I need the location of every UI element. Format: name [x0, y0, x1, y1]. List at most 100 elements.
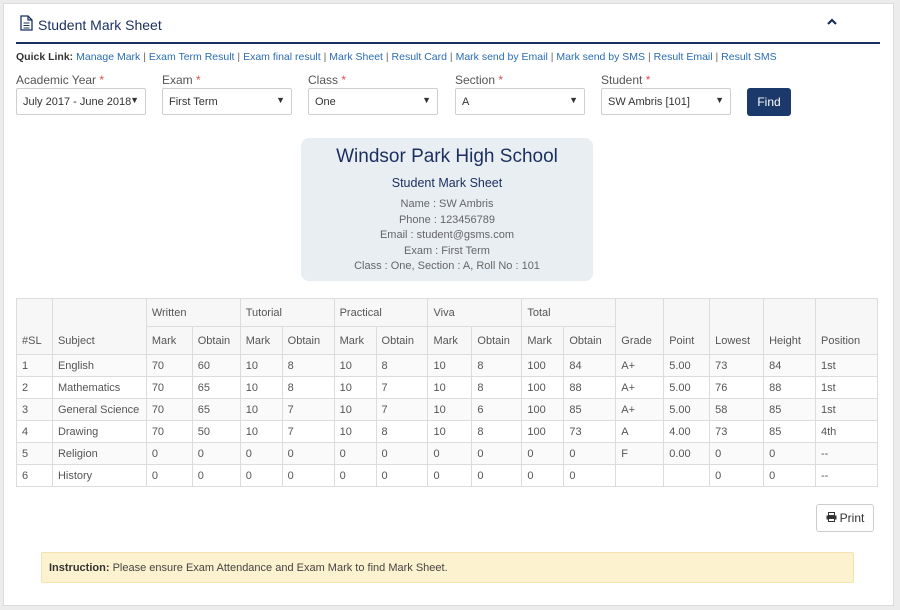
cell-tutorial-mark: 10 [239, 420, 283, 443]
cell-position: 1st [815, 398, 878, 421]
cell-viva-mark: 0 [427, 464, 473, 487]
col-grade: Grade [615, 298, 665, 355]
cell-point: 5.00 [663, 354, 711, 377]
cell-written-obtain: 0 [191, 442, 241, 465]
cell-total-mark: 100 [521, 376, 565, 399]
col-tutorial-obtain: Obtain [281, 326, 335, 355]
col-tutorial-mark: Mark [239, 326, 283, 355]
student-exam: Exam : First Term [404, 244, 490, 257]
cell-tutorial-mark: 10 [239, 398, 283, 421]
cell-sl: 4 [16, 420, 53, 443]
cell-grade [615, 464, 665, 487]
cell-point: 4.00 [663, 420, 711, 443]
cell-lowest: 0 [709, 442, 765, 465]
cell-lowest: 76 [709, 376, 765, 399]
link-mark-sheet[interactable]: Mark Sheet [329, 51, 383, 63]
instruction-alert: Instruction: Please ensure Exam Attendan… [41, 552, 854, 583]
chevron-up-icon[interactable] [826, 16, 838, 31]
cell-viva-mark: 10 [427, 398, 473, 421]
cell-viva-obtain: 8 [471, 354, 523, 377]
cell-height: 88 [763, 376, 816, 399]
col-group-total: Total [521, 298, 617, 327]
cell-practical-obtain: 0 [375, 442, 429, 465]
academic-year-filter: Academic Year * July 2017 - June 2018 ▼ [16, 73, 146, 115]
cell-tutorial-obtain: 7 [281, 398, 335, 421]
link-exam-term-result[interactable]: Exam Term Result [149, 51, 235, 63]
student-select[interactable]: SW Ambris [101] ▼ [601, 88, 731, 115]
exam-label: Exam [162, 73, 193, 87]
cell-subject: Religion [51, 442, 147, 465]
cell-written-obtain: 65 [191, 376, 241, 399]
section-filter: Section * A ▼ [455, 73, 585, 115]
cell-written-mark: 0 [145, 442, 193, 465]
find-button[interactable]: Find [747, 88, 791, 116]
printer-icon [826, 511, 837, 525]
col-practical-obtain: Obtain [375, 326, 429, 355]
cell-viva-obtain: 6 [471, 398, 523, 421]
col-group-tutorial: Tutorial [239, 298, 335, 327]
cell-viva-obtain: 0 [471, 442, 523, 465]
mark-table-body: 1 English 70 60 10 8 10 8 10 8 100 84 A+ 5.00 73 84 1st 2… [16, 354, 878, 487]
link-result-email[interactable]: Result Email [654, 51, 713, 63]
link-mark-send-by-email[interactable]: Mark send by Email [456, 51, 548, 63]
cell-total-obtain: 73 [563, 420, 617, 443]
student-info-card: Windsor Park High School Student Mark Sh… [301, 138, 593, 281]
cell-tutorial-mark: 0 [239, 464, 283, 487]
quick-links-title: Quick Link: [16, 51, 74, 63]
cell-sl: 5 [16, 442, 53, 465]
cell-total-obtain: 0 [563, 442, 617, 465]
instruction-text: Please ensure Exam Attendance and Exam M… [112, 562, 448, 574]
print-button[interactable]: Print [816, 504, 874, 532]
table-row: 2 Mathematics 70 65 10 8 10 7 10 8 100 88 A+ 5.00 76 88… [16, 376, 878, 399]
exam-select[interactable]: First Term ▼ [162, 88, 292, 115]
cell-practical-obtain: 0 [375, 464, 429, 487]
class-label: Class [308, 73, 339, 87]
dropdown-caret-icon: ▼ [130, 95, 139, 105]
dropdown-caret-icon: ▼ [715, 95, 724, 105]
mark-sheet-panel: Student Mark Sheet Quick Link: Manage Ma… [3, 3, 894, 606]
cell-height: 84 [763, 354, 816, 377]
dropdown-caret-icon: ▼ [276, 95, 285, 105]
link-result-card[interactable]: Result Card [392, 51, 447, 63]
cell-point: 5.00 [663, 398, 711, 421]
student-phone: Phone : 123456789 [398, 213, 496, 226]
cell-grade: A [615, 420, 665, 443]
cell-practical-mark: 10 [333, 420, 377, 443]
cell-lowest: 0 [709, 464, 765, 487]
cell-grade: A+ [615, 354, 665, 377]
cell-total-obtain: 84 [563, 354, 617, 377]
table-row: 1 English 70 60 10 8 10 8 10 8 100 84 A+ 5.00 73 84 1st [16, 354, 878, 377]
cell-total-mark: 100 [521, 398, 565, 421]
academic-year-select[interactable]: July 2017 - June 2018 ▼ [16, 88, 146, 115]
cell-sl: 6 [16, 464, 53, 487]
col-group-written: Written [145, 298, 241, 327]
mark-sheet-table: #SL Subject Written Tutorial Practical V… [16, 298, 878, 487]
cell-sl: 3 [16, 398, 53, 421]
cell-grade: F [615, 442, 665, 465]
cell-position: -- [815, 464, 878, 487]
print-label: Print [839, 510, 865, 525]
cell-tutorial-obtain: 0 [281, 442, 335, 465]
link-mark-send-by-sms[interactable]: Mark send by SMS [556, 51, 645, 63]
student-label: Student [601, 73, 643, 87]
cell-practical-mark: 10 [333, 354, 377, 377]
col-written-mark: Mark [145, 326, 193, 355]
cell-written-mark: 70 [145, 354, 193, 377]
class-select[interactable]: One ▼ [308, 88, 438, 115]
section-label: Section [455, 73, 496, 87]
section-select[interactable]: A ▼ [455, 88, 585, 115]
sheet-title: Student Mark Sheet [391, 176, 503, 190]
table-row: 5 Religion 0 0 0 0 0 0 0 0 0 0 F 0.00 0 0 -- [16, 442, 878, 465]
cell-written-obtain: 60 [191, 354, 241, 377]
cell-total-mark: 100 [521, 420, 565, 443]
col-height: Height [763, 298, 816, 355]
cell-grade: A+ [615, 398, 665, 421]
cell-lowest: 73 [709, 354, 765, 377]
cell-subject: History [51, 464, 147, 487]
cell-tutorial-mark: 10 [239, 376, 283, 399]
link-manage-mark[interactable]: Manage Mark [76, 51, 140, 63]
link-result-sms[interactable]: Result SMS [721, 51, 776, 63]
document-icon [20, 15, 33, 34]
link-exam-final-result[interactable]: Exam final result [243, 51, 321, 63]
cell-tutorial-obtain: 8 [281, 354, 335, 377]
